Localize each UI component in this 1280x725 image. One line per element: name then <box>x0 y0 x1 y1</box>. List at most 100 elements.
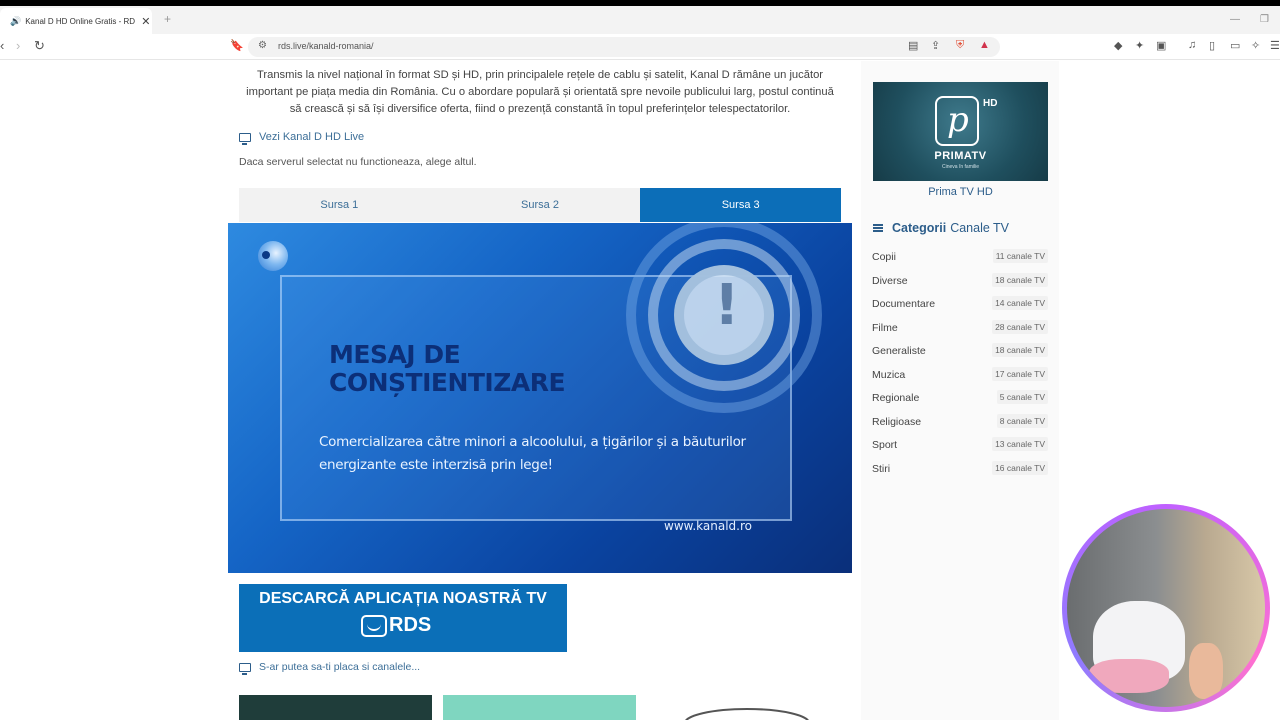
category-item-copii[interactable]: Copii 11 canale TV <box>872 247 1048 271</box>
category-count: 13 canale TV <box>992 437 1048 451</box>
category-name: Diverse <box>872 274 908 287</box>
channel-thumbnail[interactable] <box>443 695 636 720</box>
category-name: Copii <box>872 251 896 263</box>
browser-tab[interactable]: 🔊 Kanal D HD Online Gratis - RDS ✕ <box>0 8 152 34</box>
category-item-sport[interactable]: Sport 13 canale TV <box>872 435 1048 459</box>
tv-icon <box>239 662 251 675</box>
tab-source-3[interactable]: Sursa 3 <box>640 188 842 222</box>
app-banner-title: DESCARCĂ APLICAȚIA NOASTRĂ TV <box>259 590 547 607</box>
forward-icon[interactable]: › <box>16 38 20 53</box>
menu-icon[interactable]: ☰ <box>1270 39 1280 52</box>
main-content: Transmis la nivel național în format SD … <box>228 61 852 725</box>
category-count: 5 canale TV <box>996 390 1048 404</box>
player-site-url: www.kanald.ro <box>664 519 752 533</box>
extension-icon[interactable]: ◆ <box>1114 39 1122 52</box>
brave-shields-icon[interactable]: ⛨ <box>956 39 964 52</box>
category-item-stiri[interactable]: Stiri 16 canale TV <box>872 459 1048 483</box>
tab-title: Kanal D HD Online Gratis - RDS <box>25 16 136 26</box>
video-player[interactable]: ! MESAJ DE CONȘTIENTIZARE Comercializare… <box>228 223 852 573</box>
message-title-line2: CONȘTIENTIZARE <box>329 368 566 397</box>
categories-heading: Categorii Canale TV <box>873 221 1009 235</box>
category-name: Sport <box>872 439 898 451</box>
site-settings-icon[interactable]: ⚙ <box>258 40 267 51</box>
category-count: 11 canale TV <box>992 249 1048 263</box>
category-name: Muzica <box>872 368 906 381</box>
audio-playing-icon[interactable]: 🔊 <box>10 16 21 27</box>
url-field[interactable]: ⚙ rds.live/kanald-romania/ <box>248 37 1000 57</box>
prima-tv-link[interactable]: Prima TV HD <box>873 186 1048 198</box>
category-item-documentare[interactable]: Documentare 14 canale TV <box>872 294 1048 318</box>
categories-heading-bold: Categorii <box>892 221 947 235</box>
brave-rewards-icon[interactable]: ▲ <box>979 39 990 51</box>
app-download-banner[interactable]: DESCARCĂ APLICAȚIA NOASTRĂ TV RDS <box>239 584 567 652</box>
leo-ai-icon[interactable]: ✧ <box>1251 39 1260 52</box>
sidebar: p HD PRIMATV Cineva în familie Prima TV … <box>861 61 1059 720</box>
source-tabs: Sursa 1 Sursa 2 Sursa 3 <box>239 188 842 222</box>
category-name: Regionale <box>872 392 920 404</box>
prima-tv-logo-icon: p <box>935 96 979 146</box>
kanald-logo-dot <box>262 251 270 259</box>
prima-logo-tagline: Cineva în familie <box>942 164 979 170</box>
watch-live-label: Vezi Kanal D HD Live <box>259 131 365 143</box>
rds-tv-icon <box>361 614 387 637</box>
message-title: MESAJ DE CONȘTIENTIZARE <box>329 340 566 397</box>
close-tab-icon[interactable]: ✕ <box>141 15 150 28</box>
category-count: 28 canale TV <box>992 319 1048 334</box>
prima-hd-label: HD <box>983 98 998 109</box>
tv-icon <box>239 132 251 145</box>
category-item-diverse[interactable]: Diverse 18 canale TV <box>872 271 1048 295</box>
reader-mode-icon[interactable]: ▤ <box>908 39 918 52</box>
share-icon[interactable]: ⇪ <box>931 39 940 52</box>
category-name: Stiri <box>872 462 891 475</box>
wallet-app-icon[interactable]: ▭ <box>1230 39 1240 52</box>
message-body: Comercializarea către minori a alcoolulu… <box>319 434 746 473</box>
suggested-channels-link[interactable]: S-ar putea sa-ti placa si canalele... <box>239 661 421 675</box>
tab-source-1[interactable]: Sursa 1 <box>239 188 440 222</box>
wallet-icon[interactable]: ▣ <box>1156 39 1166 52</box>
category-item-religioase[interactable]: Religioase 8 canale TV <box>872 412 1048 436</box>
category-name: Filme <box>872 321 898 334</box>
categories-heading-rest: Canale TV <box>950 221 1010 235</box>
category-count: 8 canale TV <box>996 413 1048 428</box>
extensions-puzzle-icon[interactable]: ✦ <box>1135 39 1144 52</box>
maximize-icon[interactable]: ❐ <box>1260 14 1269 25</box>
category-item-muzica[interactable]: Muzica 17 canale TV <box>872 365 1048 389</box>
category-name: Generaliste <box>872 345 926 357</box>
category-item-filme[interactable]: Filme 28 canale TV <box>872 318 1048 342</box>
rds-logo: RDS <box>361 614 431 637</box>
message-title-line1: MESAJ DE <box>329 340 461 369</box>
media-control-icon[interactable]: ♫ <box>1188 39 1196 51</box>
category-name: Religioase <box>872 415 922 428</box>
channel-description: Transmis la nivel național în format SD … <box>246 69 834 115</box>
category-count: 16 canale TV <box>992 460 1048 475</box>
category-item-regionale[interactable]: Regionale 5 canale TV <box>872 388 1048 412</box>
new-tab-icon[interactable]: + <box>164 12 171 26</box>
server-note: Daca serverul selectat nu functioneaza, … <box>239 156 477 168</box>
category-list: Copii 11 canale TV Diverse 18 canale TV Do… <box>872 247 1048 482</box>
rds-logo-text: RDS <box>389 614 432 636</box>
channel-thumbnail-logo <box>684 708 810 725</box>
tab-source-2[interactable]: Sursa 2 <box>440 188 641 222</box>
channel-thumbnail[interactable] <box>647 695 840 725</box>
address-bar-row: ‹ › ↻ 🔖 ⚙ rds.live/kanald-romania/ ▤ ⇪ ⛨… <box>0 34 1280 60</box>
prima-tv-card[interactable]: p HD PRIMATV Cineva în familie <box>873 82 1048 181</box>
back-icon[interactable]: ‹ <box>0 38 4 53</box>
category-item-generaliste[interactable]: Generaliste 18 canale TV <box>872 341 1048 365</box>
exclamation-icon: ! <box>714 273 740 338</box>
bookmark-icon[interactable]: 🔖 <box>230 39 244 52</box>
prima-logo-name: PRIMATV <box>934 150 987 162</box>
category-count: 18 canale TV <box>992 343 1048 357</box>
list-icon <box>873 224 883 232</box>
sidebar-toggle-icon[interactable]: ▯ <box>1209 39 1215 52</box>
webcam-feed <box>1067 509 1265 707</box>
browser-tab-bar: 🔊 Kanal D HD Online Gratis - RDS ✕ + — ❐ <box>0 6 1280 34</box>
category-count: 14 canale TV <box>992 296 1048 310</box>
webcam-overlay <box>1062 504 1270 712</box>
category-name: Documentare <box>872 298 936 310</box>
suggested-channels-label: S-ar putea sa-ti placa si canalele... <box>259 661 421 673</box>
reload-icon[interactable]: ↻ <box>34 38 45 54</box>
minimize-icon[interactable]: — <box>1230 14 1240 25</box>
channel-thumbnail[interactable] <box>239 695 432 720</box>
webcam-hand <box>1189 643 1223 699</box>
watch-live-link[interactable]: Vezi Kanal D HD Live <box>239 131 365 145</box>
